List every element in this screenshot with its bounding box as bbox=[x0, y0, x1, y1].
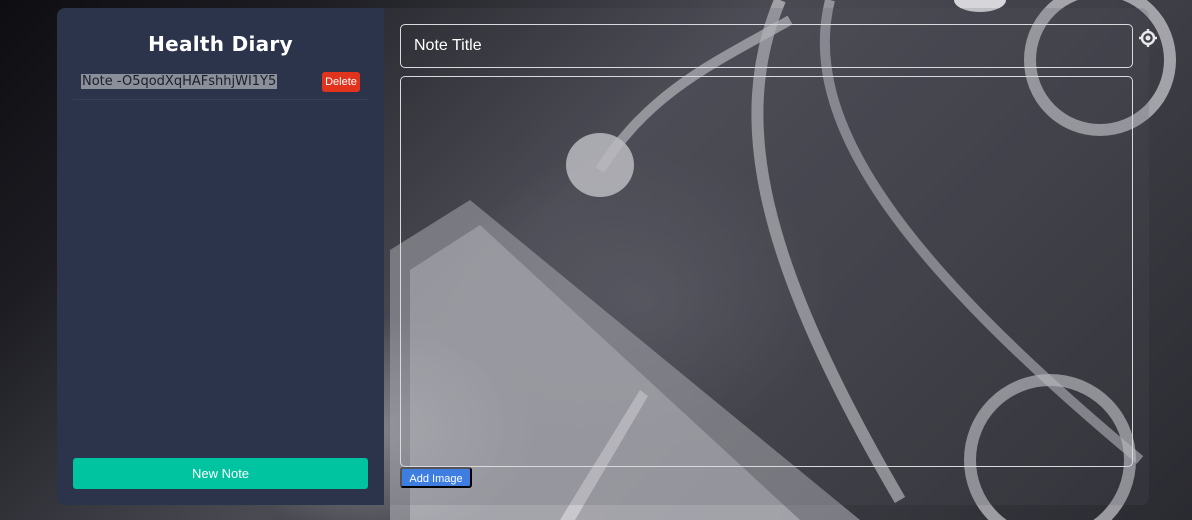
notes-sidebar: Health Diary Note -O5qodXqHAFshhjWI1Y5 D… bbox=[57, 8, 384, 505]
settings-icon[interactable] bbox=[1138, 28, 1158, 48]
new-note-button[interactable]: New Note bbox=[73, 458, 368, 489]
note-list-item[interactable]: Note -O5qodXqHAFshhjWI1Y5 Delete bbox=[73, 70, 368, 100]
delete-note-button[interactable]: Delete bbox=[322, 72, 360, 92]
note-title-input[interactable] bbox=[400, 24, 1133, 68]
app-title: Health Diary bbox=[148, 32, 293, 56]
note-item-title[interactable]: Note -O5qodXqHAFshhjWI1Y5 bbox=[81, 74, 278, 89]
note-body-textarea[interactable] bbox=[400, 76, 1133, 467]
note-editor: Add Image bbox=[384, 8, 1149, 505]
add-image-button[interactable]: Add Image bbox=[400, 467, 472, 488]
